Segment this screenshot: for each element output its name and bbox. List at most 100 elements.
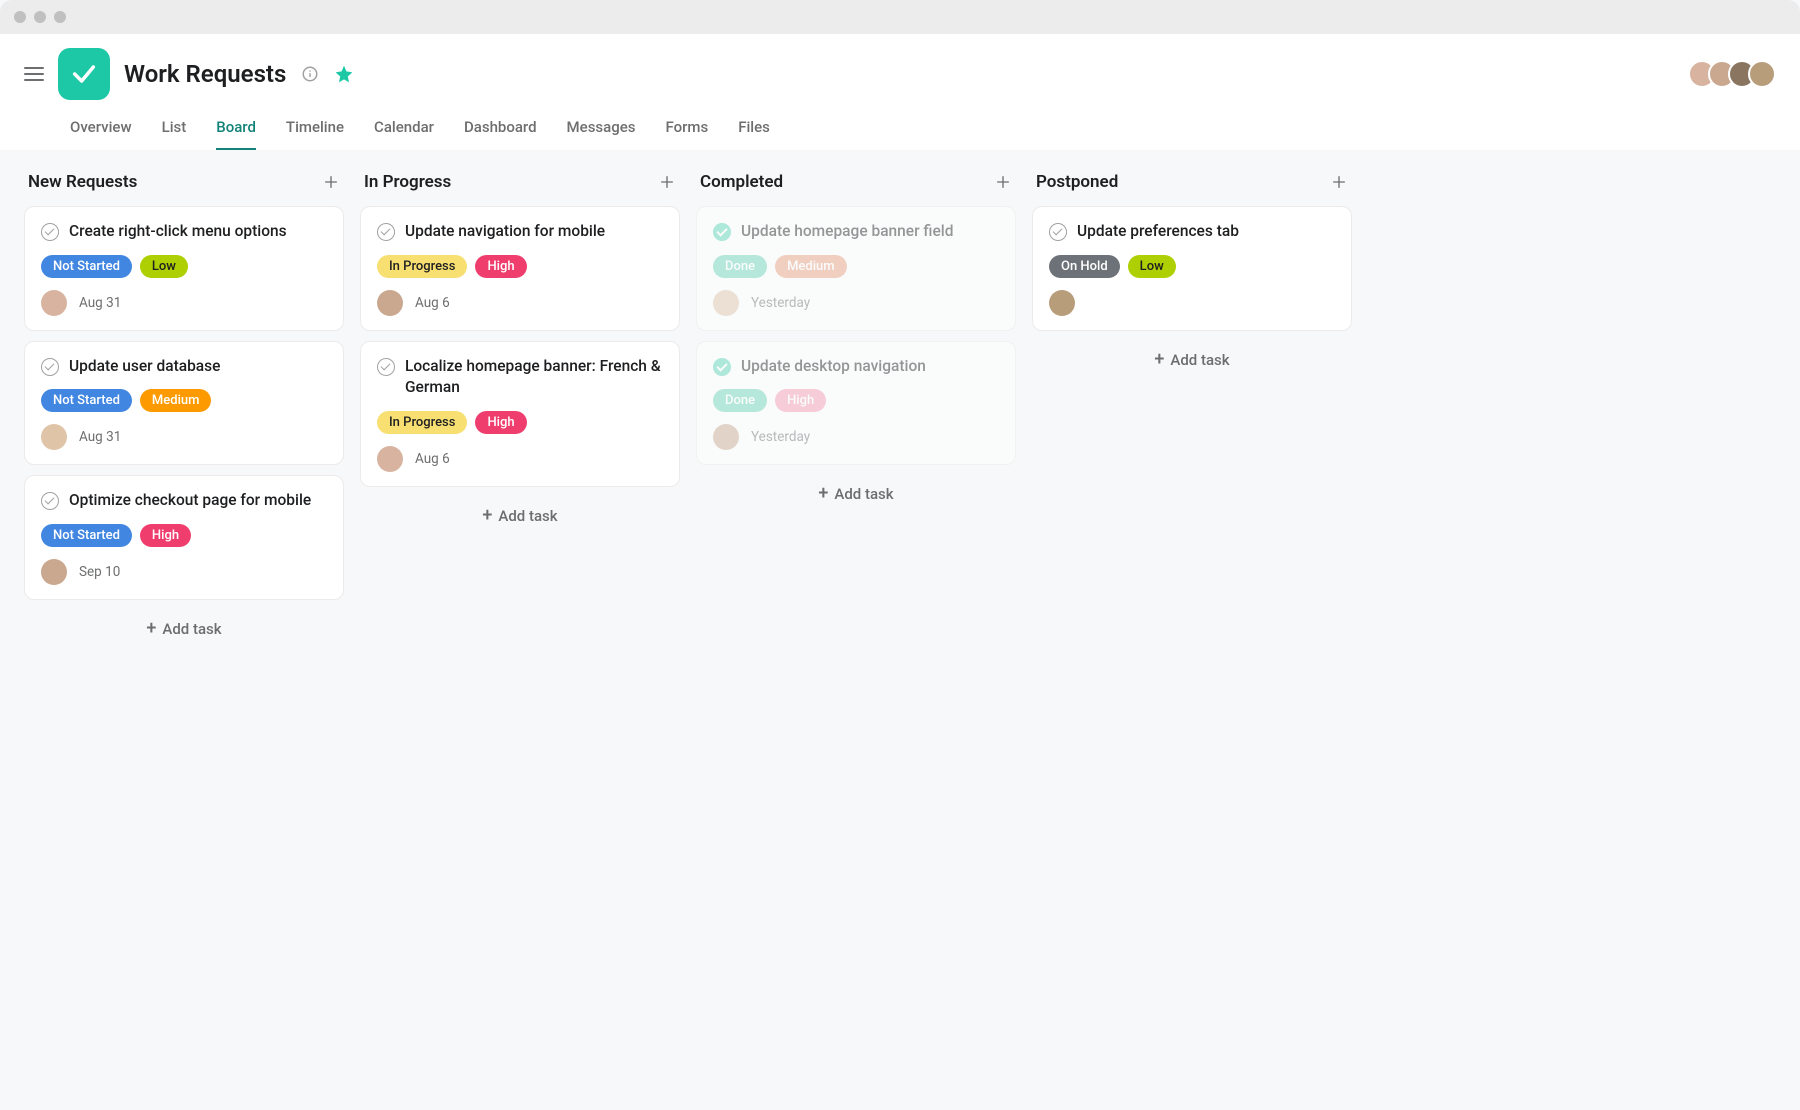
status-badge: Low [140,255,188,278]
info-icon[interactable] [300,64,320,84]
complete-check-icon[interactable] [713,223,731,241]
add-task-button[interactable]: + Add task [24,610,344,648]
status-badge: High [775,389,826,412]
tab-list[interactable]: List [162,118,187,150]
plus-icon[interactable] [994,173,1012,191]
task-card[interactable]: Update preferences tab On Hold Low [1032,206,1352,331]
star-icon[interactable] [334,64,354,84]
status-badge: High [475,255,526,278]
column-header: Completed [696,172,1016,192]
task-title: Create right-click menu options [69,221,287,243]
task-card[interactable]: Optimize checkout page for mobile Not Sta… [24,475,344,600]
plus-icon[interactable] [1330,173,1348,191]
assignee-avatar[interactable] [41,424,67,450]
status-badge: On Hold [1049,255,1120,278]
column-title: Postponed [1036,172,1118,192]
window-zoom-dot[interactable] [54,11,66,23]
assignee-avatar[interactable] [713,290,739,316]
assignee-avatar[interactable] [377,290,403,316]
plus-icon[interactable] [322,173,340,191]
tab-overview[interactable]: Overview [70,118,132,150]
due-date: Aug 6 [415,295,450,311]
tab-forms[interactable]: Forms [665,118,708,150]
complete-check-icon[interactable] [377,358,395,376]
status-badge: Medium [140,389,212,412]
tab-board[interactable]: Board [216,118,256,150]
task-card[interactable]: Update desktop navigation Done High Yesterd… [696,341,1016,466]
complete-check-icon[interactable] [41,492,59,510]
page-title: Work Requests [124,60,286,88]
board-column: Postponed Update preferences tab On Hold Lo… [1032,172,1352,379]
board-column: In Progress Update navigation for mobile I… [360,172,680,535]
board-column: New Requests Create right-click menu opti… [24,172,344,648]
status-badge: Done [713,255,767,278]
plus-icon[interactable] [658,173,676,191]
column-header: Postponed [1032,172,1352,192]
column-header: New Requests [24,172,344,192]
avatar[interactable] [1748,60,1776,88]
board: New Requests Create right-click menu opti… [0,150,1800,670]
project-icon[interactable] [58,48,110,100]
add-task-label: Add task [162,620,221,638]
task-card[interactable]: Update navigation for mobile In Progress H… [360,206,680,331]
due-date: Yesterday [751,429,810,445]
assignee-avatar[interactable] [377,446,403,472]
status-badge: Done [713,389,767,412]
task-title: Localize homepage banner: French & Germa… [405,356,663,399]
task-card[interactable]: Localize homepage banner: French & Germa… [360,341,680,487]
task-title: Update user database [69,356,220,378]
task-title: Update navigation for mobile [405,221,605,243]
tab-files[interactable]: Files [738,118,770,150]
due-date: Aug 6 [415,451,450,467]
add-task-label: Add task [1170,351,1229,369]
column-title: Completed [700,172,783,192]
status-badge: High [475,411,526,434]
due-date: Aug 31 [79,429,121,445]
member-avatars[interactable] [1696,60,1776,88]
status-badge: Not Started [41,524,132,547]
window-minimize-dot[interactable] [34,11,46,23]
status-badge: Medium [775,255,847,278]
status-badge: Not Started [41,255,132,278]
plus-icon: + [818,485,828,503]
tab-timeline[interactable]: Timeline [286,118,344,150]
tab-dashboard[interactable]: Dashboard [464,118,537,150]
tab-calendar[interactable]: Calendar [374,118,434,150]
task-card[interactable]: Update homepage banner field Done Medium Ye… [696,206,1016,331]
add-task-button[interactable]: + Add task [1032,341,1352,379]
add-task-button[interactable]: +Add task [696,475,1016,513]
complete-check-icon[interactable] [713,358,731,376]
assignee-avatar[interactable] [41,559,67,585]
assignee-avatar[interactable] [713,424,739,450]
status-badge: In Progress [377,411,467,434]
assignee-avatar[interactable] [1049,290,1075,316]
task-card[interactable]: Create right-click menu options Not Start… [24,206,344,331]
window-titlebar [0,0,1800,34]
due-date: Yesterday [751,295,810,311]
column-header: In Progress [360,172,680,192]
task-title: Update preferences tab [1077,221,1239,243]
add-task-button[interactable]: +Add task [360,497,680,535]
window-close-dot[interactable] [14,11,26,23]
tab-messages[interactable]: Messages [567,118,636,150]
status-badge: High [140,524,191,547]
complete-check-icon[interactable] [1049,223,1067,241]
complete-check-icon[interactable] [377,223,395,241]
status-badge: Low [1128,255,1176,278]
plus-icon: + [1154,351,1164,369]
task-card[interactable]: Update user database Not Started Medium Aug… [24,341,344,466]
complete-check-icon[interactable] [41,358,59,376]
plus-icon: + [482,507,492,525]
header-top: Work Requests [24,48,1776,100]
task-title: Update homepage banner field [741,221,953,243]
task-title: Optimize checkout page for mobile [69,490,311,512]
status-badge: In Progress [377,255,467,278]
menu-icon[interactable] [24,67,44,81]
due-date: Aug 31 [79,295,121,311]
plus-icon: + [146,620,156,638]
status-badge: Not Started [41,389,132,412]
complete-check-icon[interactable] [41,223,59,241]
task-title: Update desktop navigation [741,356,926,378]
assignee-avatar[interactable] [41,290,67,316]
column-title: New Requests [28,172,137,192]
